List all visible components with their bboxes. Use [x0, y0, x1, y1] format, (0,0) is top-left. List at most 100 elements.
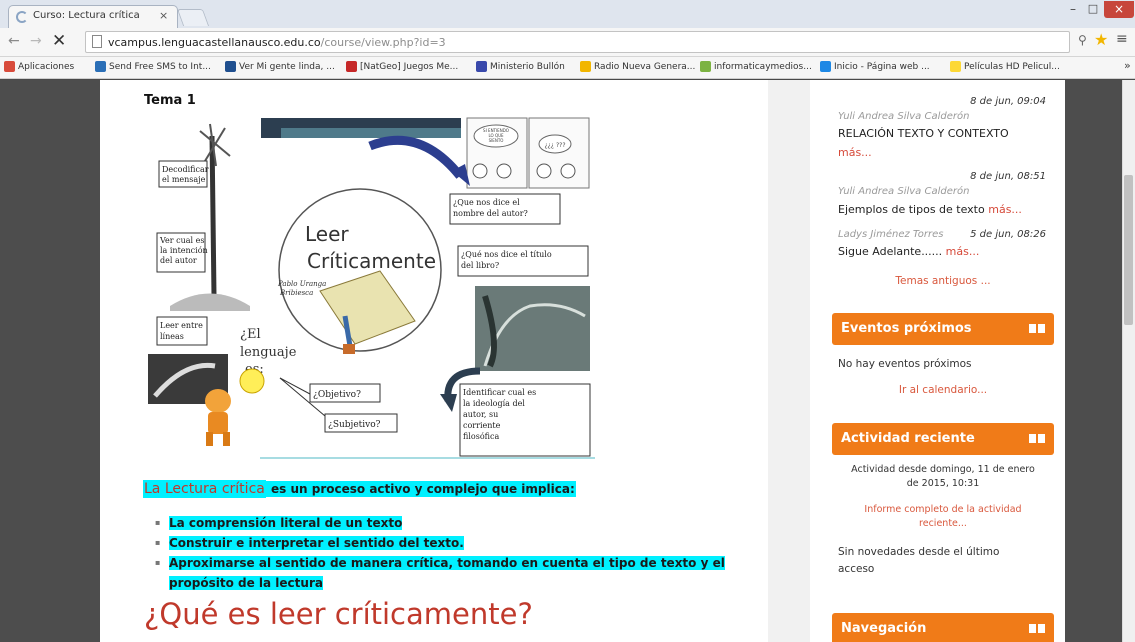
- comic-text: ¿¿¿ ???: [544, 142, 565, 149]
- post-title-text: Ejemplos de tipos de texto: [838, 203, 985, 216]
- minimize-button[interactable]: –: [1064, 2, 1082, 18]
- url-text[interactable]: vcampus.lenguacastellanausco.edu.co/cour…: [108, 36, 446, 49]
- bookmark-item[interactable]: [NatGeo] Juegos Me...: [346, 61, 458, 72]
- tab-close-icon[interactable]: ×: [159, 9, 168, 22]
- apps-icon: [4, 61, 15, 72]
- language-text: ¿El: [240, 327, 261, 342]
- more-link[interactable]: más...: [838, 146, 872, 159]
- box-ideology-line: la ideología del: [463, 399, 525, 408]
- list-item-text: propósito de la lectura: [169, 576, 323, 590]
- bookmarks-overflow-icon[interactable]: »: [1124, 59, 1131, 72]
- box-decode-line: Decodificar: [162, 165, 209, 174]
- events-block-header[interactable]: Eventos próximos: [832, 313, 1054, 345]
- box-title-line: ¿Qué nos dice el título: [461, 250, 552, 259]
- navigation-toolbar: ← → ✕ vcampus.lenguacastellanausco.edu.c…: [0, 28, 1135, 57]
- new-tab-button[interactable]: [176, 9, 210, 26]
- connector-line: [279, 377, 311, 395]
- signpost-illustration: [170, 123, 250, 311]
- more-link[interactable]: más...: [946, 245, 980, 258]
- implications-list: La comprensión literal de un texto Const…: [155, 513, 745, 593]
- full-activity-report-link[interactable]: reciente...: [838, 518, 1048, 529]
- intro-highlight: La Lectura crítica: [143, 480, 266, 498]
- comic-face: [536, 163, 552, 179]
- maximize-button[interactable]: □: [1084, 2, 1102, 18]
- older-topics-link[interactable]: Temas antiguos ...: [838, 275, 1048, 287]
- block-toggle-icon[interactable]: [1029, 624, 1045, 633]
- navigation-header-title: Navegación: [841, 621, 927, 636]
- bookmark-label: Aplicaciones: [18, 61, 75, 72]
- menu-icon[interactable]: ≡: [1116, 31, 1128, 47]
- full-activity-report-link[interactable]: Informe completo de la actividad: [838, 504, 1048, 515]
- comic-face: [472, 163, 488, 179]
- bookmark-item[interactable]: Inicio - Página web ...: [820, 61, 930, 72]
- list-item-text: Construir e interpretar el sentido del t…: [169, 536, 464, 550]
- bookmark-label: informaticaymedios...: [714, 61, 812, 72]
- list-item-text: Aproximarse al sentido de manera crítica…: [169, 556, 725, 570]
- bookmark-label: Ver Mi gente linda, ...: [239, 61, 335, 72]
- tab-strip: Curso: Lectura crítica × – □ ×: [0, 0, 1135, 28]
- navigation-block-header[interactable]: Navegación: [832, 613, 1054, 642]
- url-path: /course/view.php?id=3: [320, 36, 446, 49]
- box-objective-label: ¿Objetivo?: [313, 390, 361, 400]
- movie-icon: [950, 61, 961, 72]
- site-icon: [476, 61, 487, 72]
- center-title: Leer: [305, 222, 349, 246]
- more-link[interactable]: más...: [988, 203, 1022, 216]
- column-gap: [768, 80, 810, 642]
- box-ideology-line: Identificar cual es: [463, 388, 536, 397]
- back-arrow-icon[interactable]: ←: [8, 33, 20, 49]
- post-date: 8 de jun, 09:04: [970, 96, 1046, 107]
- tab-active[interactable]: Curso: Lectura crítica ×: [8, 5, 178, 28]
- post-title[interactable]: Ejemplos de tipos de texto más...: [838, 203, 1022, 216]
- author-name: Pablo Uranga: [277, 280, 326, 288]
- bookmark-label: Radio Nueva Genera...: [594, 61, 696, 72]
- window-close-button[interactable]: ×: [1104, 1, 1134, 18]
- events-empty-text: No hay eventos próximos: [838, 358, 972, 370]
- box-between-line: Leer entre: [160, 321, 203, 330]
- post-title[interactable]: RELACIÓN TEXTO Y CONTEXTO: [838, 127, 1009, 140]
- intro-rest: es un proceso activo y complejo que impl…: [265, 481, 576, 497]
- scrollbar[interactable]: [1122, 80, 1135, 642]
- bookmark-item[interactable]: Send Free SMS to Int...: [95, 61, 211, 72]
- box-decode-line: el mensaje: [162, 175, 206, 184]
- loading-icon: [16, 11, 28, 23]
- forward-arrow-icon[interactable]: →: [30, 33, 42, 49]
- section-heading: ¿Qué es leer críticamente?: [144, 597, 533, 631]
- site-icon: [820, 61, 831, 72]
- activity-block-header[interactable]: Actividad reciente: [832, 423, 1054, 455]
- bookmark-label: Películas HD Pelicul...: [964, 61, 1060, 72]
- bookmark-label: Inicio - Página web ...: [834, 61, 930, 72]
- post-date: 8 de jun, 08:51: [970, 171, 1046, 182]
- author-name: Bribiesca: [279, 289, 313, 297]
- address-bar[interactable]: vcampus.lenguacastellanausco.edu.co/cour…: [85, 31, 1070, 53]
- youtube-icon: [346, 61, 357, 72]
- bookmark-star-icon[interactable]: ★: [1094, 30, 1108, 49]
- post-author: Yuli Andrea Silva Calderón: [838, 186, 970, 197]
- site-icon: [225, 61, 236, 72]
- bookmark-label: [NatGeo] Juegos Me...: [360, 61, 459, 72]
- bookmark-item[interactable]: Aplicaciones: [4, 61, 74, 72]
- block-toggle-icon[interactable]: [1029, 324, 1045, 333]
- post-title-text: Sigue Adelante......: [838, 245, 943, 258]
- scrollbar-thumb[interactable]: [1124, 175, 1133, 325]
- post-author: Ladys Jiménez Torres: [838, 229, 944, 240]
- bookmark-item[interactable]: Ministerio Bullón: [476, 61, 565, 72]
- post-title[interactable]: Sigue Adelante...... más...: [838, 245, 979, 258]
- zoom-icon[interactable]: ⚲: [1078, 33, 1087, 47]
- block-toggle-icon[interactable]: [1029, 434, 1045, 443]
- sms-icon: [95, 61, 106, 72]
- box-intention-line: Ver cual es: [159, 236, 205, 245]
- bookmark-item[interactable]: Radio Nueva Genera...: [580, 61, 695, 72]
- no-news-text: acceso: [838, 563, 875, 575]
- box-title-line: del libro?: [461, 261, 499, 270]
- bookmark-item[interactable]: informaticaymedios...: [700, 61, 812, 72]
- bookmark-label: Ministerio Bullón: [490, 61, 565, 72]
- activity-since-text: de 2015, 10:31: [906, 478, 980, 489]
- comic-face: [496, 163, 512, 179]
- banner-strip: [281, 128, 461, 138]
- stop-loading-icon[interactable]: ✕: [52, 31, 66, 51]
- calendar-link[interactable]: Ir al calendario...: [838, 384, 1048, 396]
- bookmark-item[interactable]: Ver Mi gente linda, ...: [225, 61, 335, 72]
- box-intention-line: del autor: [160, 256, 197, 265]
- bookmark-item[interactable]: Películas HD Pelicul...: [950, 61, 1060, 72]
